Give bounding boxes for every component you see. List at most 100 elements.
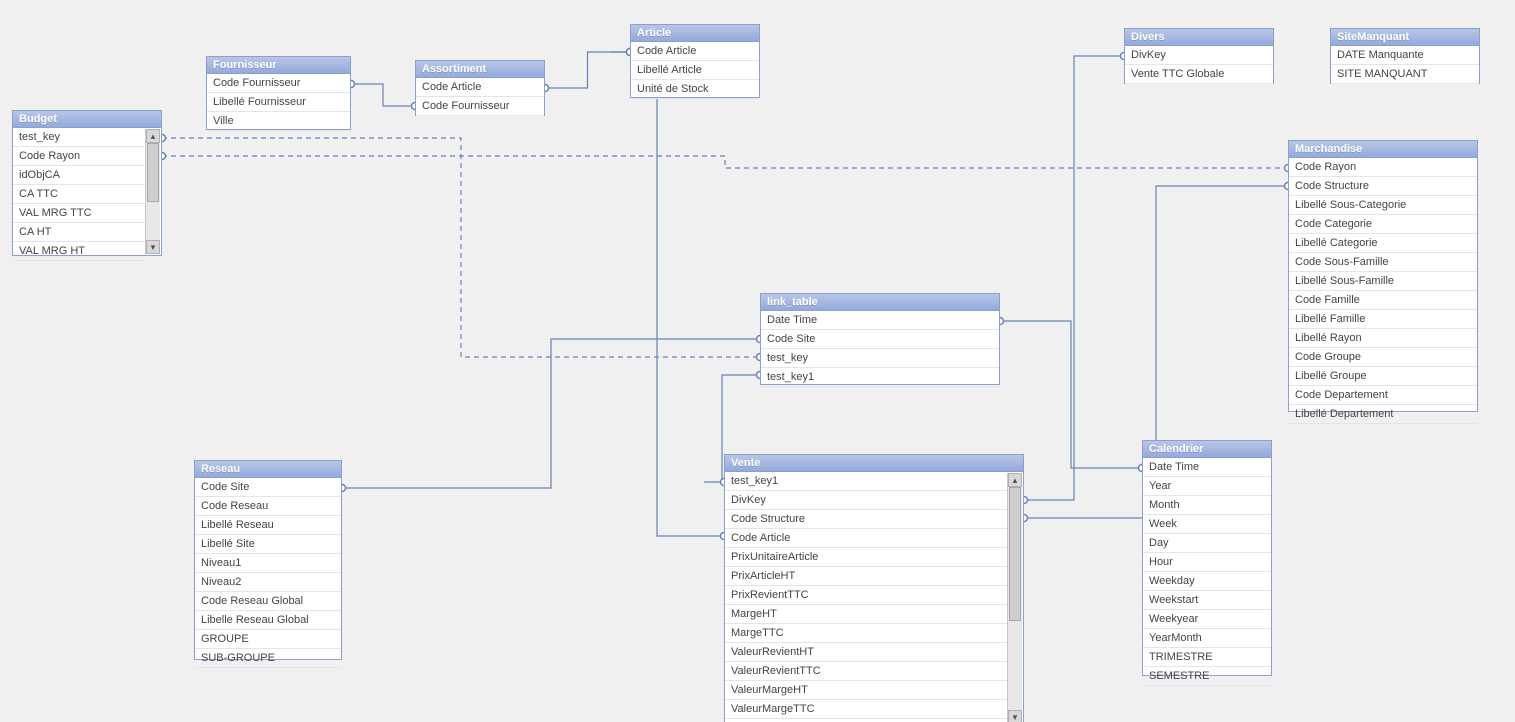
field-row[interactable]: Weekyear: [1143, 610, 1271, 629]
field-row[interactable]: Libellé Fournisseur: [207, 93, 350, 112]
field-row[interactable]: Libellé Departement: [1289, 405, 1477, 424]
field-row[interactable]: DATE Manquante: [1331, 46, 1479, 65]
field-row[interactable]: Year: [1143, 477, 1271, 496]
scrollbar[interactable]: ▲▼: [1007, 473, 1022, 722]
entity-title[interactable]: Budget: [13, 111, 161, 128]
field-row[interactable]: Code Categorie: [1289, 215, 1477, 234]
field-row[interactable]: Libellé Reseau: [195, 516, 341, 535]
entity-title[interactable]: Vente: [725, 455, 1023, 472]
field-row[interactable]: Code Article: [725, 529, 1008, 548]
field-row[interactable]: Libellé Famille: [1289, 310, 1477, 329]
field-row[interactable]: Libelle Reseau Global: [195, 611, 341, 630]
entity-calendrier[interactable]: CalendrierDate TimeYearMonthWeekDayHourW…: [1142, 440, 1272, 676]
entity-article[interactable]: ArticleCode ArticleLibellé ArticleUnité …: [630, 24, 760, 98]
field-row[interactable]: SITE MANQUANT: [1331, 65, 1479, 84]
field-row[interactable]: Date Time: [761, 311, 999, 330]
field-row[interactable]: Code Departement: [1289, 386, 1477, 405]
field-row[interactable]: DivKey: [725, 491, 1008, 510]
field-row[interactable]: YearMonth: [1143, 629, 1271, 648]
field-row[interactable]: Weekday: [1143, 572, 1271, 591]
field-row[interactable]: CA TTC: [13, 185, 146, 204]
field-row[interactable]: DivKey: [1125, 46, 1273, 65]
field-row[interactable]: Code Fournisseur: [416, 97, 544, 116]
field-row[interactable]: Libellé Groupe: [1289, 367, 1477, 386]
field-row[interactable]: Ville: [207, 112, 350, 131]
field-row[interactable]: Date Time: [1143, 458, 1271, 477]
field-row[interactable]: Day: [1143, 534, 1271, 553]
field-row[interactable]: Code Sous-Famille: [1289, 253, 1477, 272]
entity-title[interactable]: Reseau: [195, 461, 341, 478]
entity-title[interactable]: SiteManquant: [1331, 29, 1479, 46]
field-row[interactable]: Code Structure: [725, 510, 1008, 529]
entity-divers[interactable]: DiversDivKeyVente TTC Globale: [1124, 28, 1274, 84]
field-row[interactable]: test_key: [13, 128, 146, 147]
field-row[interactable]: Code Structure: [1289, 177, 1477, 196]
field-row[interactable]: Code Site: [195, 478, 341, 497]
field-row[interactable]: Libellé Site: [195, 535, 341, 554]
field-row[interactable]: Code Fournisseur: [207, 74, 350, 93]
scrollbar[interactable]: ▲▼: [145, 129, 160, 254]
entity-budget[interactable]: Budgettest_keyCode RayonidObjCACA TTCVAL…: [12, 110, 162, 256]
field-row[interactable]: test_key: [761, 349, 999, 368]
field-row[interactable]: Month: [1143, 496, 1271, 515]
entity-vente[interactable]: Ventetest_key1DivKeyCode StructureCode A…: [724, 454, 1024, 722]
field-row[interactable]: VAL MRG HT: [13, 242, 146, 261]
entity-title[interactable]: Article: [631, 25, 759, 42]
field-row[interactable]: test_key1: [761, 368, 999, 387]
entity-title[interactable]: Divers: [1125, 29, 1273, 46]
field-row[interactable]: PrixUnitaireArticle: [725, 548, 1008, 567]
field-row[interactable]: PrixRevientTTC: [725, 586, 1008, 605]
field-row[interactable]: Code Reseau Global: [195, 592, 341, 611]
field-row[interactable]: Niveau1: [195, 554, 341, 573]
field-row[interactable]: ValeurMargeTTC: [725, 700, 1008, 719]
field-row[interactable]: VAL MRG TTC: [13, 204, 146, 223]
entity-title[interactable]: Fournisseur: [207, 57, 350, 74]
field-row[interactable]: TRIMESTRE: [1143, 648, 1271, 667]
field-row[interactable]: MargeHT: [725, 605, 1008, 624]
entity-marchandise[interactable]: MarchandiseCode RayonCode StructureLibel…: [1288, 140, 1478, 412]
entity-sitemanquant[interactable]: SiteManquantDATE ManquanteSITE MANQUANT: [1330, 28, 1480, 84]
field-row[interactable]: Code Famille: [1289, 291, 1477, 310]
field-row[interactable]: SUB-GROUPE: [195, 649, 341, 668]
field-row[interactable]: Code Article: [631, 42, 759, 61]
field-row[interactable]: Code Rayon: [1289, 158, 1477, 177]
scroll-up-icon[interactable]: ▲: [1008, 473, 1022, 487]
field-row[interactable]: ValeurRevientHT: [725, 643, 1008, 662]
diagram-canvas[interactable]: Budgettest_keyCode RayonidObjCACA TTCVAL…: [0, 0, 1515, 722]
field-row[interactable]: Hour: [1143, 553, 1271, 572]
field-row[interactable]: Niveau2: [195, 573, 341, 592]
scroll-down-icon[interactable]: ▼: [146, 240, 160, 254]
entity-title[interactable]: Assortiment: [416, 61, 544, 78]
field-row[interactable]: Code Groupe: [1289, 348, 1477, 367]
field-row[interactable]: Vente TTC Globale: [1125, 65, 1273, 84]
field-row[interactable]: SEMESTRE: [1143, 667, 1271, 686]
field-row[interactable]: Code Reseau: [195, 497, 341, 516]
scroll-up-icon[interactable]: ▲: [146, 129, 160, 143]
field-row[interactable]: Libellé Categorie: [1289, 234, 1477, 253]
field-row[interactable]: CA HT: [13, 223, 146, 242]
field-row[interactable]: Week: [1143, 515, 1271, 534]
entity-title[interactable]: Marchandise: [1289, 141, 1477, 158]
entity-link_table[interactable]: link_tableDate TimeCode Sitetest_keytest…: [760, 293, 1000, 385]
field-row[interactable]: idObjCA: [13, 166, 146, 185]
field-row[interactable]: test_key1: [725, 472, 1008, 491]
scroll-thumb[interactable]: [147, 143, 159, 202]
field-row[interactable]: Code Site: [761, 330, 999, 349]
field-row[interactable]: Code Article: [416, 78, 544, 97]
field-row[interactable]: Weekstart: [1143, 591, 1271, 610]
entity-assortiment[interactable]: AssortimentCode ArticleCode Fournisseur: [415, 60, 545, 116]
scroll-thumb[interactable]: [1009, 487, 1021, 621]
field-row[interactable]: Libellé Sous-Famille: [1289, 272, 1477, 291]
entity-title[interactable]: Calendrier: [1143, 441, 1271, 458]
field-row[interactable]: Libellé Rayon: [1289, 329, 1477, 348]
field-row[interactable]: Libellé Sous-Categorie: [1289, 196, 1477, 215]
field-row[interactable]: MargeTTC: [725, 624, 1008, 643]
field-row[interactable]: ValeurMargeHT: [725, 681, 1008, 700]
scroll-down-icon[interactable]: ▼: [1008, 710, 1022, 722]
field-row[interactable]: Libellé Article: [631, 61, 759, 80]
field-row[interactable]: Code Rayon: [13, 147, 146, 166]
field-row[interactable]: PrixArticleHT: [725, 567, 1008, 586]
entity-reseau[interactable]: ReseauCode SiteCode ReseauLibellé Reseau…: [194, 460, 342, 660]
field-row[interactable]: GROUPE: [195, 630, 341, 649]
field-row[interactable]: Unité de Stock: [631, 80, 759, 99]
